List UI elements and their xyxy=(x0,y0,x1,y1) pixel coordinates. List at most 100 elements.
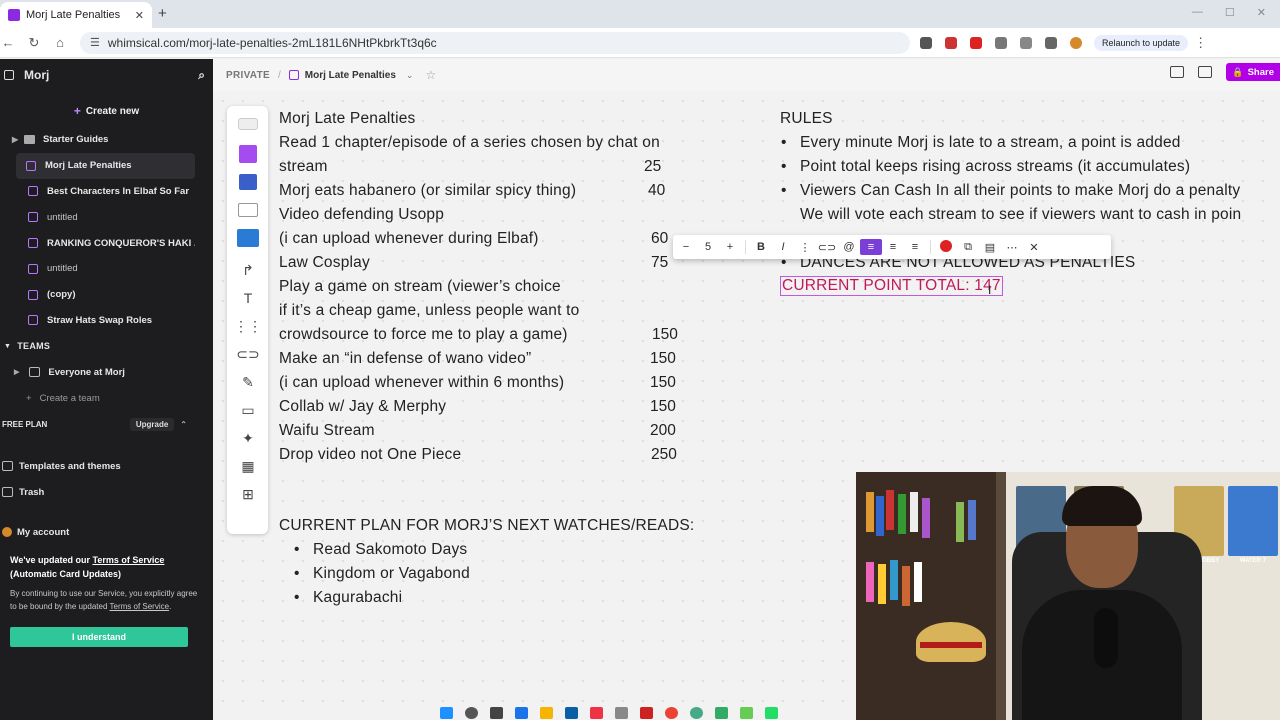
back-icon[interactable]: ← xyxy=(0,35,16,50)
rule-item[interactable]: Point total keeps rising across streams … xyxy=(781,158,1190,176)
flowchart-tool-icon[interactable] xyxy=(237,114,259,134)
sidebar-item-starter-guides[interactable]: ▶ Starter Guides xyxy=(0,127,195,153)
windows-start-icon[interactable] xyxy=(440,707,453,719)
sidebar-item-untitled[interactable]: untitled xyxy=(0,204,195,230)
account-link[interactable]: My account xyxy=(0,519,213,545)
close-icon[interactable]: ✕ xyxy=(1023,241,1045,254)
link-icon[interactable]: ⊂⊃ xyxy=(816,241,838,254)
more-tools-icon[interactable]: ⊞ xyxy=(237,484,259,504)
penalty-line[interactable]: Read 1 chapter/episode of a series chose… xyxy=(279,134,660,152)
mention-icon[interactable]: @ xyxy=(838,241,860,253)
penalty-line[interactable]: Waifu Stream xyxy=(279,422,375,440)
app-icon[interactable] xyxy=(590,707,603,719)
site-info-icon[interactable]: ☰ xyxy=(90,36,100,49)
align-center-icon[interactable]: ≡ xyxy=(882,241,904,253)
sidebar-toggle-icon[interactable] xyxy=(4,70,14,80)
ai-sparkle-icon[interactable]: ✦ xyxy=(237,428,259,448)
penalty-points[interactable]: 40 xyxy=(648,182,665,200)
home-icon[interactable]: ⌂ xyxy=(52,35,68,50)
section-tool-icon[interactable]: ▭ xyxy=(237,400,259,420)
sidebar-item-best-characters[interactable]: Best Characters In Elbaf So Far xyxy=(0,179,195,205)
app-icon[interactable] xyxy=(690,707,703,719)
sidepanel-icon[interactable] xyxy=(1020,36,1032,49)
browser-menu-icon[interactable]: ⋮ xyxy=(1194,35,1207,51)
teams-header[interactable]: ▼ TEAMS xyxy=(0,333,213,359)
pen-tool-icon[interactable]: ✎ xyxy=(237,372,259,392)
sidebar-item-copy[interactable]: (copy) xyxy=(0,282,195,308)
image-tool-icon[interactable] xyxy=(237,228,259,248)
penalty-points[interactable]: 60 xyxy=(651,230,668,248)
doc-title[interactable]: Morj Late Penalties xyxy=(279,110,415,128)
app-icon[interactable] xyxy=(615,707,628,719)
create-new-button[interactable]: + Create new xyxy=(16,99,197,123)
create-team-button[interactable]: + Create a team xyxy=(0,385,213,411)
plan-item[interactable]: Kingdom or Vagabond xyxy=(294,565,470,583)
align-left-icon[interactable]: ≡ xyxy=(860,239,882,255)
more-format-icon[interactable]: ⋮ xyxy=(794,241,816,254)
text-color-button[interactable] xyxy=(935,239,957,255)
browser-tab[interactable]: Morj Late Penalties ✕ xyxy=(0,2,152,28)
penalty-points[interactable]: 150 xyxy=(650,398,676,416)
align-right-icon[interactable]: ≡ xyxy=(904,241,926,253)
app-icon[interactable] xyxy=(740,707,753,719)
breadcrumb-private[interactable]: PRIVATE xyxy=(226,70,270,81)
terms-link[interactable]: Terms of Service xyxy=(110,602,170,611)
penalty-points[interactable]: 25 xyxy=(644,158,661,176)
sidebar-item-team[interactable]: ▶ Everyone at Morj xyxy=(0,359,213,385)
share-button[interactable]: 🔒 Share xyxy=(1226,63,1280,81)
penalty-points[interactable]: 250 xyxy=(651,446,677,464)
present-icon[interactable] xyxy=(1170,66,1185,78)
sidebar-item-straw-hats[interactable]: Straw Hats Swap Roles xyxy=(0,308,195,334)
increase-size-button[interactable]: + xyxy=(719,241,741,253)
grid-tool-icon[interactable]: ⋮⋮ xyxy=(234,316,262,336)
plan-title[interactable]: CURRENT PLAN FOR MORJ’S NEXT WATCHES/REA… xyxy=(279,517,694,535)
task-view-icon[interactable] xyxy=(490,707,503,719)
rule-item[interactable]: Viewers Can Cash In all their points to … xyxy=(781,182,1240,200)
penalty-line[interactable]: Play a game on stream (viewer’s choice xyxy=(279,278,561,296)
install-icon[interactable] xyxy=(920,36,932,49)
profile-avatar-icon[interactable] xyxy=(1070,36,1082,49)
penalty-line[interactable]: Collab w/ Jay & Merphy xyxy=(279,398,446,416)
chevron-down-icon[interactable]: ⌄ xyxy=(406,70,414,81)
point-total-text[interactable]: CURRENT POINT TOTAL: 147 xyxy=(780,276,1003,296)
puzzle-icon[interactable] xyxy=(995,36,1007,49)
reload-icon[interactable]: ↻ xyxy=(26,35,42,51)
decrease-size-button[interactable]: − xyxy=(675,241,697,253)
text-tool-icon[interactable]: T xyxy=(237,288,259,308)
upgrade-button[interactable]: Upgrade xyxy=(129,417,175,431)
plan-item[interactable]: Read Sakomoto Days xyxy=(294,541,467,559)
penalty-line[interactable]: Make an “in defense of wano video” xyxy=(279,350,531,368)
app-icon[interactable] xyxy=(640,707,653,719)
penalty-points[interactable]: 150 xyxy=(650,374,676,392)
penalty-line[interactable]: crowdsource to force me to play a game) xyxy=(279,326,568,344)
chrome-icon[interactable] xyxy=(665,707,678,719)
star-icon[interactable]: ☆ xyxy=(425,68,436,82)
doc-tool-icon[interactable] xyxy=(237,172,259,192)
penalty-points[interactable]: 75 xyxy=(651,254,668,272)
app-icon[interactable] xyxy=(715,707,728,719)
download-icon[interactable] xyxy=(1045,36,1057,49)
close-window-icon[interactable]: ✕ xyxy=(1257,6,1266,19)
more-options-icon[interactable]: ⋯ xyxy=(1001,241,1023,254)
terms-link[interactable]: Terms of Service xyxy=(93,555,165,565)
new-tab-icon[interactable]: + xyxy=(158,5,167,22)
relaunch-button[interactable]: Relaunch to update xyxy=(1094,34,1189,51)
sidebar-item-untitled[interactable]: untitled xyxy=(0,256,195,282)
penalty-line[interactable]: (i can upload whenever during Elbaf) xyxy=(279,230,539,248)
penalty-line[interactable]: Drop video not One Piece xyxy=(279,446,461,464)
duplicate-icon[interactable]: ⧉ xyxy=(957,241,979,254)
comments-icon[interactable] xyxy=(1198,66,1213,78)
templates-link[interactable]: Templates and themes xyxy=(0,453,213,479)
expand-caret-icon[interactable]: ▶ xyxy=(12,135,24,144)
plan-item[interactable]: Kagurabachi xyxy=(294,589,402,607)
folder-icon[interactable] xyxy=(540,707,553,719)
search-icon[interactable] xyxy=(465,707,478,719)
wireframe-tool-icon[interactable] xyxy=(237,200,259,220)
penalty-line[interactable]: Morj eats habanero (or similar spicy thi… xyxy=(279,182,576,200)
font-size-value[interactable]: 5 xyxy=(697,241,719,253)
table-tool-icon[interactable]: ▦ xyxy=(237,456,259,476)
search-icon[interactable]: ⌕ xyxy=(198,68,205,83)
comment-icon[interactable]: ▤ xyxy=(979,241,1001,254)
penalty-line[interactable]: stream xyxy=(279,158,328,176)
sticky-note-tool-icon[interactable] xyxy=(237,144,259,164)
